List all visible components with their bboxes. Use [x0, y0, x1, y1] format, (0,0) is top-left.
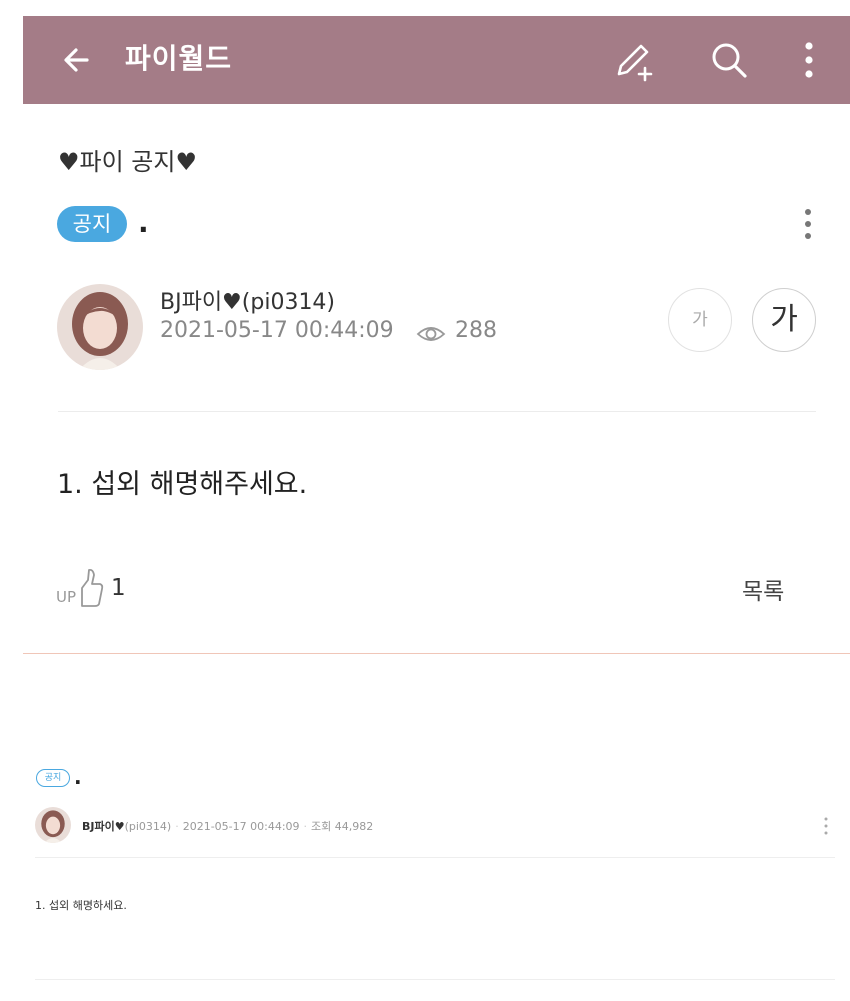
post-more-icon[interactable] [796, 205, 820, 245]
post-more-icon-small[interactable] [822, 816, 830, 836]
divider [35, 979, 835, 980]
views-label-small: 조회 [311, 820, 332, 833]
app-bar: 파이월드 [23, 16, 850, 104]
pencil-plus-icon[interactable] [613, 38, 657, 82]
post-datetime-small: 2021-05-17 00:44:09 [182, 820, 300, 833]
post-title-small: . [74, 765, 82, 789]
post-meta-small: BJ파이♥(pi0314) · 2021-05-17 00:44:09 · 조회 44,… [82, 820, 374, 833]
view-count: 288 [455, 318, 497, 343]
eye-icon [416, 327, 446, 341]
divider [23, 653, 850, 654]
list-button[interactable]: 목록 [742, 572, 784, 606]
author-name-small[interactable]: BJ파이♥ [82, 820, 125, 833]
arrow-left-icon[interactable] [57, 40, 97, 80]
svg-text:UP: UP [56, 588, 76, 606]
author-id-small: (pi0314) [124, 820, 172, 833]
search-icon[interactable] [707, 38, 751, 82]
notice-badge: 공지 [57, 206, 127, 242]
notice-badge-small: 공지 [36, 769, 70, 787]
app-title: 파이월드 [125, 42, 233, 75]
author-name[interactable]: BJ파이♥(pi0314) [160, 284, 335, 316]
board-name[interactable]: ♥파이 공지♥ [58, 142, 197, 177]
more-vertical-icon[interactable] [787, 38, 831, 82]
author-avatar[interactable] [57, 284, 143, 370]
divider [35, 857, 835, 858]
font-size-large-button[interactable]: 가 [752, 288, 816, 352]
post-title: . [138, 206, 149, 239]
font-size-small-button[interactable]: 가 [668, 288, 732, 352]
thumbs-up-icon[interactable]: UP [55, 566, 105, 610]
post-datetime: 2021-05-17 00:44:09 [160, 318, 394, 343]
post-body-small: 1. 섭외 해명하세요. [35, 899, 127, 912]
up-count: 1 [111, 575, 126, 601]
divider [58, 411, 816, 412]
view-count-small: 44,982 [334, 820, 374, 833]
post-body: 1. 섭외 해명해주세요. [57, 469, 308, 500]
author-avatar-small[interactable] [35, 807, 71, 843]
